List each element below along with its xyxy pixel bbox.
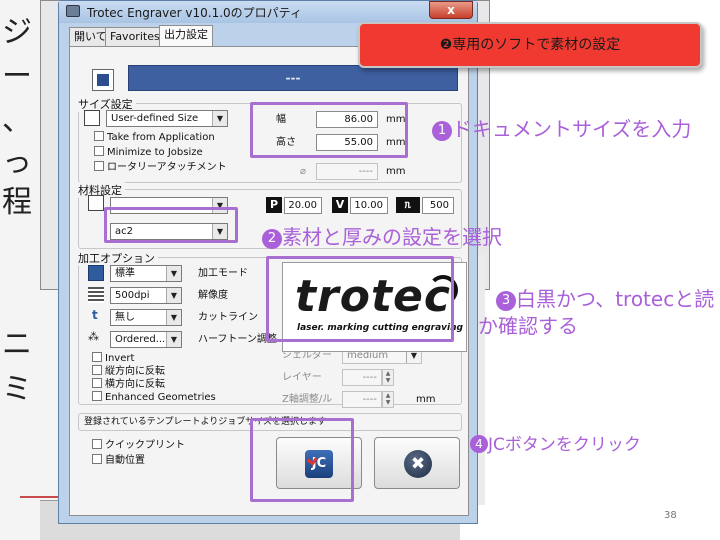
background-glyph: ジ xyxy=(2,15,32,50)
material-icon xyxy=(88,195,104,211)
title-bar[interactable]: Trotec Engraver v10.1.0のプロパティ x xyxy=(59,1,477,23)
layer-field[interactable]: ---- xyxy=(342,369,382,386)
invert-checkbox[interactable]: Invert xyxy=(92,352,134,365)
velocity-field[interactable]: 10.00 xyxy=(350,197,388,214)
step4-annotation: 4 JCボタンをクリック xyxy=(470,430,641,455)
mode-icon xyxy=(88,265,104,281)
resolution-icon xyxy=(88,287,104,303)
step2-annotation: 2 素材と厚みの設定を選択 xyxy=(262,221,502,250)
background-glyph: ミ xyxy=(2,372,32,407)
diameter-icon: ⌀ xyxy=(300,166,307,177)
printer-icon xyxy=(66,5,80,17)
slide: ジ ー 、 っ 程 ニ ミ Trotec Engraver v10.1.0のプロ… xyxy=(0,0,720,540)
halftone-icon: ⁂ xyxy=(88,330,99,343)
highlight-jc-button xyxy=(250,418,354,502)
highlight-material-select xyxy=(104,207,238,243)
background-glyph: ー xyxy=(2,59,32,94)
diameter-field[interactable]: ---- xyxy=(316,163,378,180)
tab-output-settings[interactable]: 出力設定 xyxy=(159,25,213,48)
power-field[interactable]: 20.00 xyxy=(284,197,322,214)
background-glyph: 程 xyxy=(2,185,32,220)
mirror-vertical-checkbox[interactable]: 縦方向に反転 xyxy=(92,365,165,378)
enhanced-geometries-checkbox[interactable]: Enhanced Geometries xyxy=(92,391,216,404)
chevron-down-icon: ▼ xyxy=(212,111,227,126)
chevron-down-icon: ▼ xyxy=(166,310,181,325)
chevron-down-icon: ▼ xyxy=(166,288,181,303)
page-number: 38 xyxy=(664,510,677,521)
cutline-icon: t xyxy=(92,308,98,322)
process-mode-select[interactable]: 標準 ▼ xyxy=(110,265,182,282)
layer-spinner[interactable]: ▲ ▼ xyxy=(382,369,394,386)
ppi-icon: ᥰ xyxy=(396,197,420,213)
laser-icon[interactable] xyxy=(92,69,114,91)
tab-favorites[interactable]: Favorites xyxy=(105,27,165,47)
layer-label: レイヤー xyxy=(282,372,322,383)
window-title: Trotec Engraver v10.1.0のプロパティ xyxy=(87,6,302,20)
background-glyph: 、 xyxy=(2,103,32,138)
step3-annotation: 3 白黒かつ、trotecと読 xyxy=(496,283,714,312)
rotary-attachment-checkbox[interactable]: ロータリーアタッチメント xyxy=(94,161,227,174)
z-offset-field[interactable]: ---- xyxy=(342,391,382,408)
process-mode-label: 加工モード xyxy=(198,268,248,279)
auto-position-checkbox[interactable]: 自動位置 xyxy=(92,454,145,467)
minimize-jobsize-checkbox[interactable]: Minimize to Jobsize xyxy=(94,146,203,159)
step1-annotation: 1 ドキュメントサイズを入力 xyxy=(432,113,691,142)
diameter-unit: mm xyxy=(386,166,406,177)
title-callout: ❷専用のソフトで素材の設定 xyxy=(358,22,702,68)
chevron-down-icon: ▼ xyxy=(166,332,181,347)
z-offset-spinner[interactable]: ▲ ▼ xyxy=(382,391,394,408)
document-icon xyxy=(84,110,100,126)
background-glyph: ニ xyxy=(2,327,32,362)
take-from-application-checkbox[interactable]: Take from Application xyxy=(94,131,215,144)
chevron-down-icon: ▼ xyxy=(166,266,181,281)
ppi-field[interactable]: 500 xyxy=(422,197,454,214)
cutline-label: カットライン xyxy=(198,312,258,323)
background-glyph: っ xyxy=(2,145,32,180)
cancel-button[interactable]: ✖ xyxy=(374,437,460,489)
close-button[interactable]: x xyxy=(429,1,473,19)
velocity-icon: V xyxy=(332,197,348,213)
cancel-icon: ✖ xyxy=(404,450,432,478)
highlight-logo-preview xyxy=(266,256,454,342)
z-offset-label: Z軸調整/ル xyxy=(282,394,333,405)
highlight-size-fields xyxy=(250,102,408,158)
job-bar: --- xyxy=(128,65,458,91)
resolution-select[interactable]: 500dpi ▼ xyxy=(110,287,182,304)
quick-print-checkbox[interactable]: クイックプリント xyxy=(92,439,185,452)
mirror-horizontal-checkbox[interactable]: 横方向に反転 xyxy=(92,378,165,391)
size-preset-select[interactable]: User-defined Size ▼ xyxy=(106,110,228,127)
power-icon: P xyxy=(266,197,282,213)
cutline-select[interactable]: 無し ▼ xyxy=(110,309,182,326)
step3-annotation-line2: か確認する xyxy=(478,314,578,338)
resolution-label: 解像度 xyxy=(198,290,228,301)
halftone-select[interactable]: Ordered... ▼ xyxy=(110,331,182,348)
z-offset-unit: mm xyxy=(416,394,436,405)
process-options-label: 加工オプション xyxy=(78,250,158,266)
